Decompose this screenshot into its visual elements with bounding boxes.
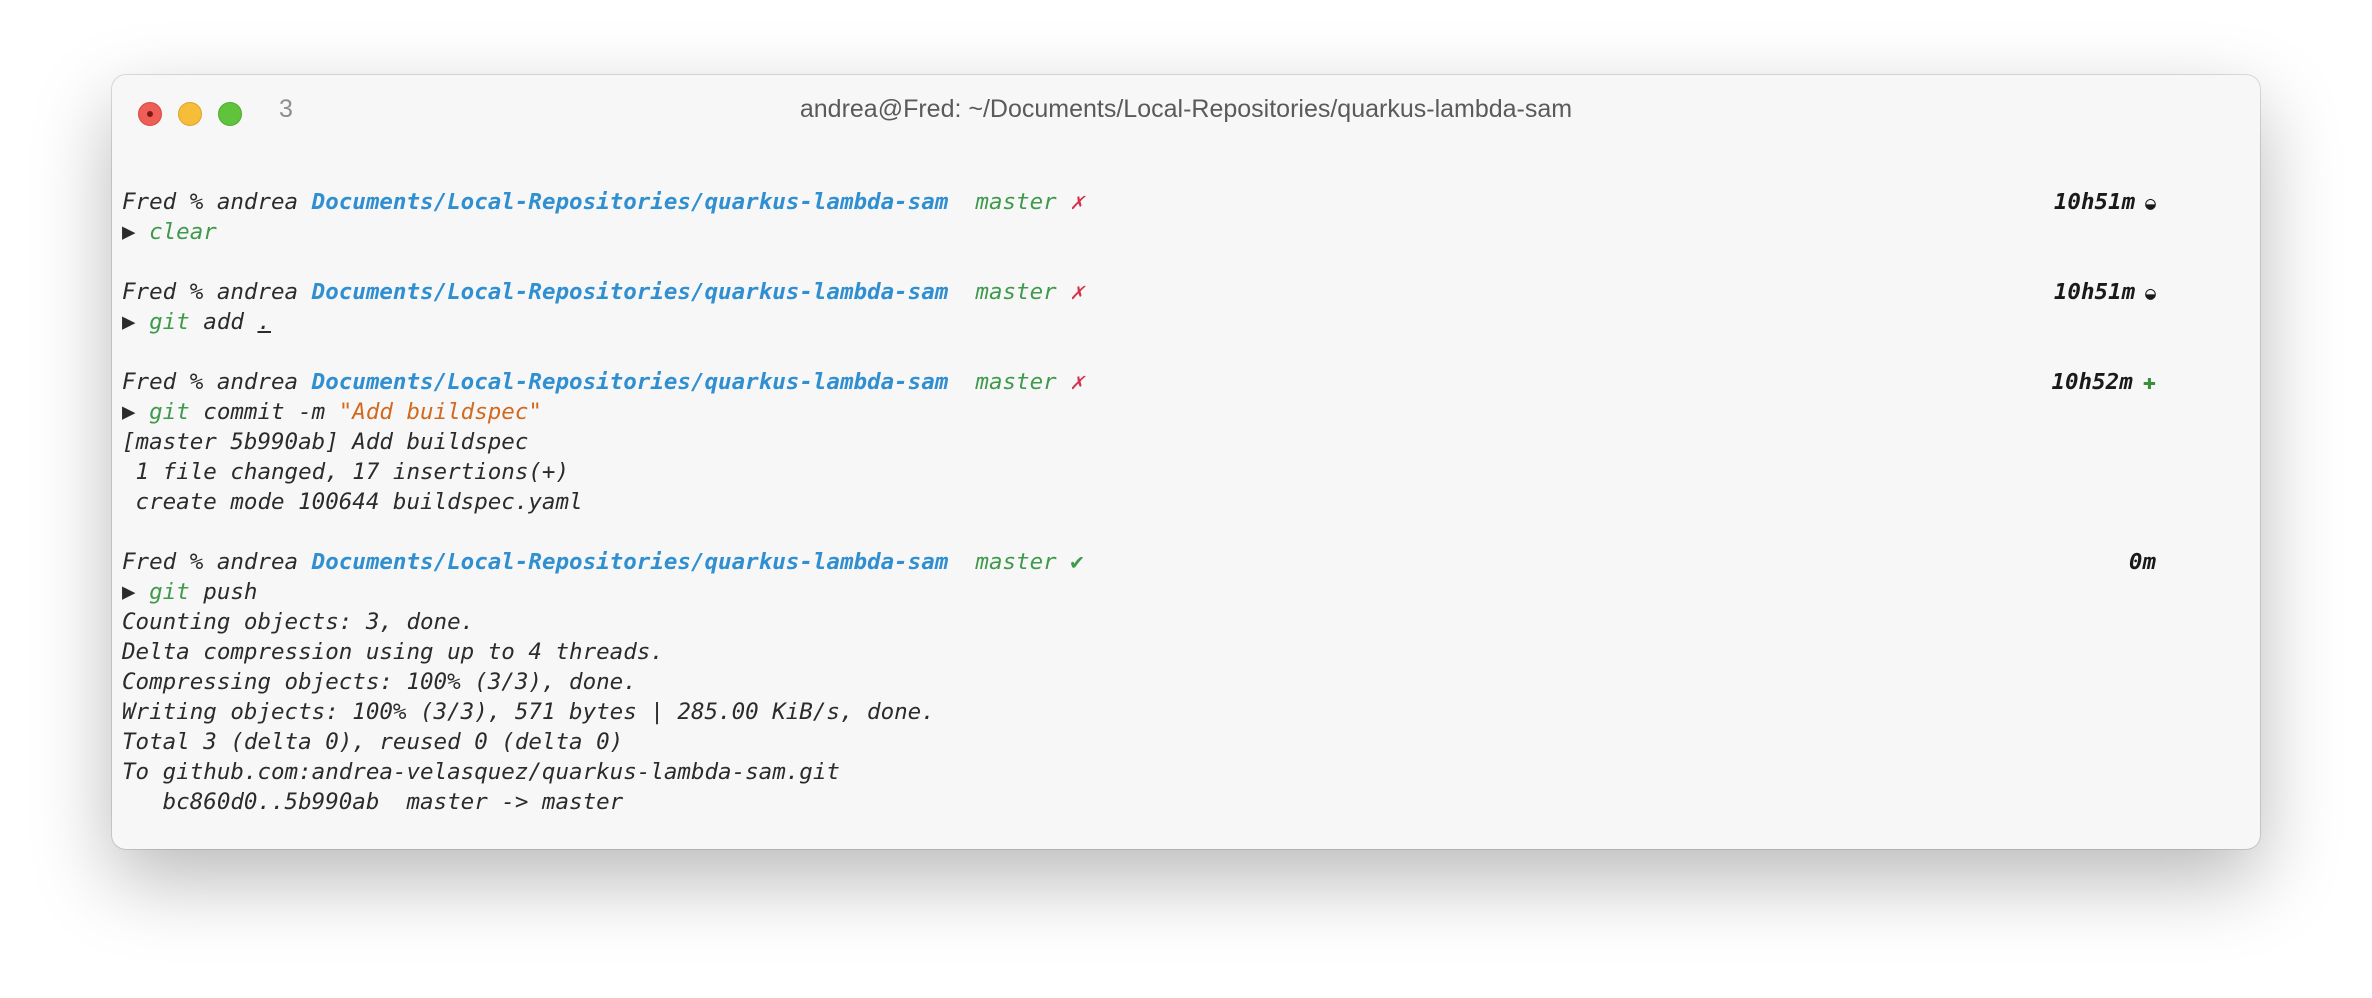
elapsed-timer: 10h51m ◒ bbox=[2054, 187, 2156, 219]
prompt-line: Fred % andrea Documents/Local-Repositori… bbox=[122, 367, 2260, 397]
elapsed-timer: 10h51m ◒ bbox=[2054, 277, 2156, 309]
plus-icon: ✚ bbox=[2142, 370, 2156, 395]
command-args: push bbox=[189, 579, 258, 605]
output-line: [master 5b990ab] Add buildspec bbox=[122, 429, 529, 455]
prompt-host: Fred % andrea bbox=[122, 369, 299, 395]
timer-value: 10h52m bbox=[2051, 369, 2133, 395]
dirty-cross-icon: ✗ bbox=[1070, 369, 1084, 395]
git-branch: master bbox=[975, 189, 1057, 215]
prompt-line: Fred % andrea Documents/Local-Repositori… bbox=[122, 547, 2260, 577]
dirty-cross-icon: ✗ bbox=[1070, 189, 1084, 215]
terminal-window: 3 andrea@Fred: ~/Documents/Local-Reposit… bbox=[112, 75, 2260, 849]
half-circle-icon: ◒ bbox=[2145, 193, 2156, 214]
clean-check-icon: ✔ bbox=[1070, 549, 1084, 575]
command-string-arg: "Add buildspec" bbox=[338, 399, 542, 425]
output-line: Counting objects: 3, done. bbox=[122, 609, 475, 635]
prompt-path: Documents/Local-Repositories/quarkus-lam… bbox=[311, 549, 949, 575]
output-line: Total 3 (delta 0), reused 0 (delta 0) bbox=[122, 729, 624, 755]
prompt-arrow-icon: ▶ bbox=[122, 219, 136, 245]
prompt-line: Fred % andrea Documents/Local-Repositori… bbox=[122, 277, 2260, 307]
prompt-path: Documents/Local-Repositories/quarkus-lam… bbox=[311, 279, 949, 305]
command-line: ▶ git commit -m "Add buildspec" bbox=[122, 397, 2260, 427]
prompt-host: Fred % andrea bbox=[122, 549, 299, 575]
command-name: git bbox=[149, 309, 190, 335]
timer-value: 0m bbox=[2128, 549, 2156, 575]
command-line: ▶ clear bbox=[122, 217, 2260, 247]
prompt-path: Documents/Local-Repositories/quarkus-lam… bbox=[311, 369, 949, 395]
dirty-cross-icon: ✗ bbox=[1070, 279, 1084, 305]
command-path-arg: . bbox=[257, 309, 272, 335]
prompt-arrow-icon: ▶ bbox=[122, 399, 136, 425]
command-args: commit -m bbox=[189, 399, 339, 425]
timer-value: 10h51m bbox=[2053, 189, 2136, 215]
command-name: clear bbox=[149, 219, 217, 245]
output-line: Delta compression using up to 4 threads. bbox=[122, 639, 664, 665]
timer-value: 10h51m bbox=[2053, 279, 2136, 305]
prompt-path: Documents/Local-Repositories/quarkus-lam… bbox=[311, 189, 949, 215]
prompt-host: Fred % andrea bbox=[122, 279, 299, 305]
command-line: ▶ git add . bbox=[122, 307, 2260, 337]
window-title: andrea@Fred: ~/Documents/Local-Repositor… bbox=[799, 95, 1573, 123]
output-line: To github.com:andrea-velasquez/quarkus-l… bbox=[122, 759, 840, 785]
output-line: Compressing objects: 100% (3/3), done. bbox=[122, 669, 637, 695]
git-branch: master bbox=[975, 549, 1057, 575]
command-name: git bbox=[149, 579, 190, 605]
terminal-content[interactable]: Fred % andrea Documents/Local-Repositori… bbox=[122, 187, 2260, 817]
command-name: git bbox=[149, 399, 190, 425]
output-line: 1 file changed, 17 insertions(+) bbox=[122, 459, 570, 485]
output-line: bc860d0..5b990ab master -> master bbox=[122, 789, 624, 815]
title-bar[interactable]: 3 andrea@Fred: ~/Documents/Local-Reposit… bbox=[112, 75, 2260, 153]
command-line: ▶ git push bbox=[122, 577, 2260, 607]
half-circle-icon: ◒ bbox=[2145, 283, 2156, 304]
git-branch: master bbox=[975, 279, 1057, 305]
prompt-arrow-icon: ▶ bbox=[122, 579, 136, 605]
command-args: add bbox=[189, 309, 258, 335]
output-line: create mode 100644 buildspec.yaml bbox=[122, 489, 583, 515]
elapsed-timer: 10h52m ✚ bbox=[2051, 367, 2156, 398]
prompt-line: Fred % andrea Documents/Local-Repositori… bbox=[122, 187, 2260, 217]
prompt-arrow-icon: ▶ bbox=[122, 309, 136, 335]
prompt-host: Fred % andrea bbox=[122, 189, 299, 215]
git-branch: master bbox=[975, 369, 1057, 395]
elapsed-timer: 0m bbox=[2129, 547, 2156, 577]
output-line: Writing objects: 100% (3/3), 571 bytes |… bbox=[122, 699, 935, 725]
